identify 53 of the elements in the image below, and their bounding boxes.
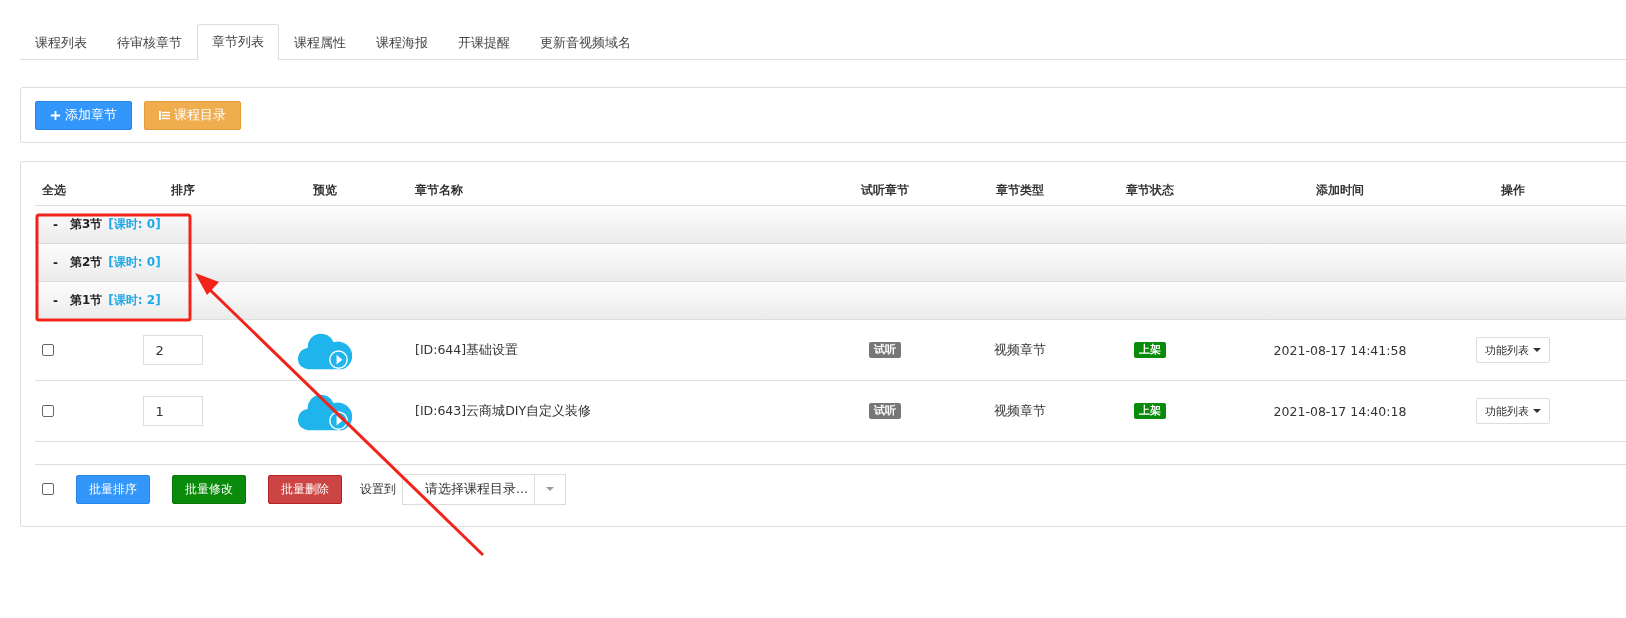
chapter-name: 第3节 xyxy=(70,216,103,233)
chapter-group-row[interactable]: - 第2节 [课时: 0] xyxy=(35,244,1626,282)
function-menu-button[interactable]: 功能列表 xyxy=(1475,337,1550,363)
sort-input[interactable]: 1 xyxy=(142,396,203,426)
trial-label: 试听 xyxy=(869,403,901,419)
column-header: 预览 xyxy=(312,181,338,199)
tab[interactable]: 课程列表 xyxy=(20,25,102,60)
tab[interactable]: 待审核章节 xyxy=(102,25,197,60)
chapter-group-row[interactable]: - 第3节 [课时: 0] xyxy=(35,206,1626,244)
collapse-toggle[interactable]: - xyxy=(53,255,58,270)
caret-icon xyxy=(1532,409,1541,413)
caret-icon xyxy=(1532,348,1541,352)
lesson-title: [ID:644]基础设置 xyxy=(414,340,520,359)
tab[interactable]: 开课提醒 xyxy=(443,25,525,60)
tab[interactable]: 章节列表 xyxy=(197,24,279,60)
lesson-type: 视频章节 xyxy=(993,401,1047,420)
chapter-name: 第2节 xyxy=(70,254,103,271)
sort-input[interactable]: 2 xyxy=(142,335,203,365)
added-time: 2021-08-17 14:41:58 xyxy=(1272,341,1408,360)
lesson-count: [课时: 0] xyxy=(108,254,161,271)
chapter-group-row[interactable]: - 第1节 [课时: 2] xyxy=(35,282,1626,320)
tab[interactable]: 课程海报 xyxy=(361,25,443,60)
column-header: 添加时间 xyxy=(1315,181,1365,199)
added-time: 2021-08-17 14:40:18 xyxy=(1272,402,1408,421)
collapse-toggle[interactable]: - xyxy=(53,217,58,232)
column-header: 全选 xyxy=(41,181,67,199)
collapse-toggle[interactable]: - xyxy=(53,293,58,308)
plus-icon xyxy=(50,109,61,121)
column-header: 试听章节 xyxy=(860,181,910,199)
catalog-select[interactable]: 请选择课程目录... xyxy=(402,473,566,505)
status-label: 上架 xyxy=(1134,403,1166,419)
function-menu-button[interactable]: 功能列表 xyxy=(1475,398,1550,424)
column-header: 章节状态 xyxy=(1125,181,1175,199)
row-checkbox[interactable] xyxy=(42,344,54,356)
column-header: 章节名称 xyxy=(414,181,464,199)
set-to-label: 设置到 xyxy=(360,480,396,498)
column-header: 排序 xyxy=(169,181,196,199)
trial-label: 试听 xyxy=(869,342,901,358)
batch-button[interactable]: 批量修改 xyxy=(172,474,246,504)
lesson-count: [课时: 0] xyxy=(108,216,161,233)
tab[interactable]: 课程属性 xyxy=(279,25,361,60)
tab[interactable]: 更新音视频域名 xyxy=(525,25,646,60)
lesson-count: [课时: 2] xyxy=(108,292,161,309)
lesson-title: [ID:643]云商城DIY自定义装修 xyxy=(414,401,593,420)
select-all-checkbox[interactable] xyxy=(42,483,54,495)
batch-button[interactable]: 批量删除 xyxy=(268,474,342,504)
column-header: 操作 xyxy=(1499,181,1526,199)
column-header: 章节类型 xyxy=(995,181,1045,199)
chapter-name: 第1节 xyxy=(70,292,103,309)
list-icon xyxy=(159,109,170,121)
status-label: 上架 xyxy=(1134,342,1166,358)
lesson-type: 视频章节 xyxy=(993,340,1047,359)
row-checkbox[interactable] xyxy=(42,405,54,417)
